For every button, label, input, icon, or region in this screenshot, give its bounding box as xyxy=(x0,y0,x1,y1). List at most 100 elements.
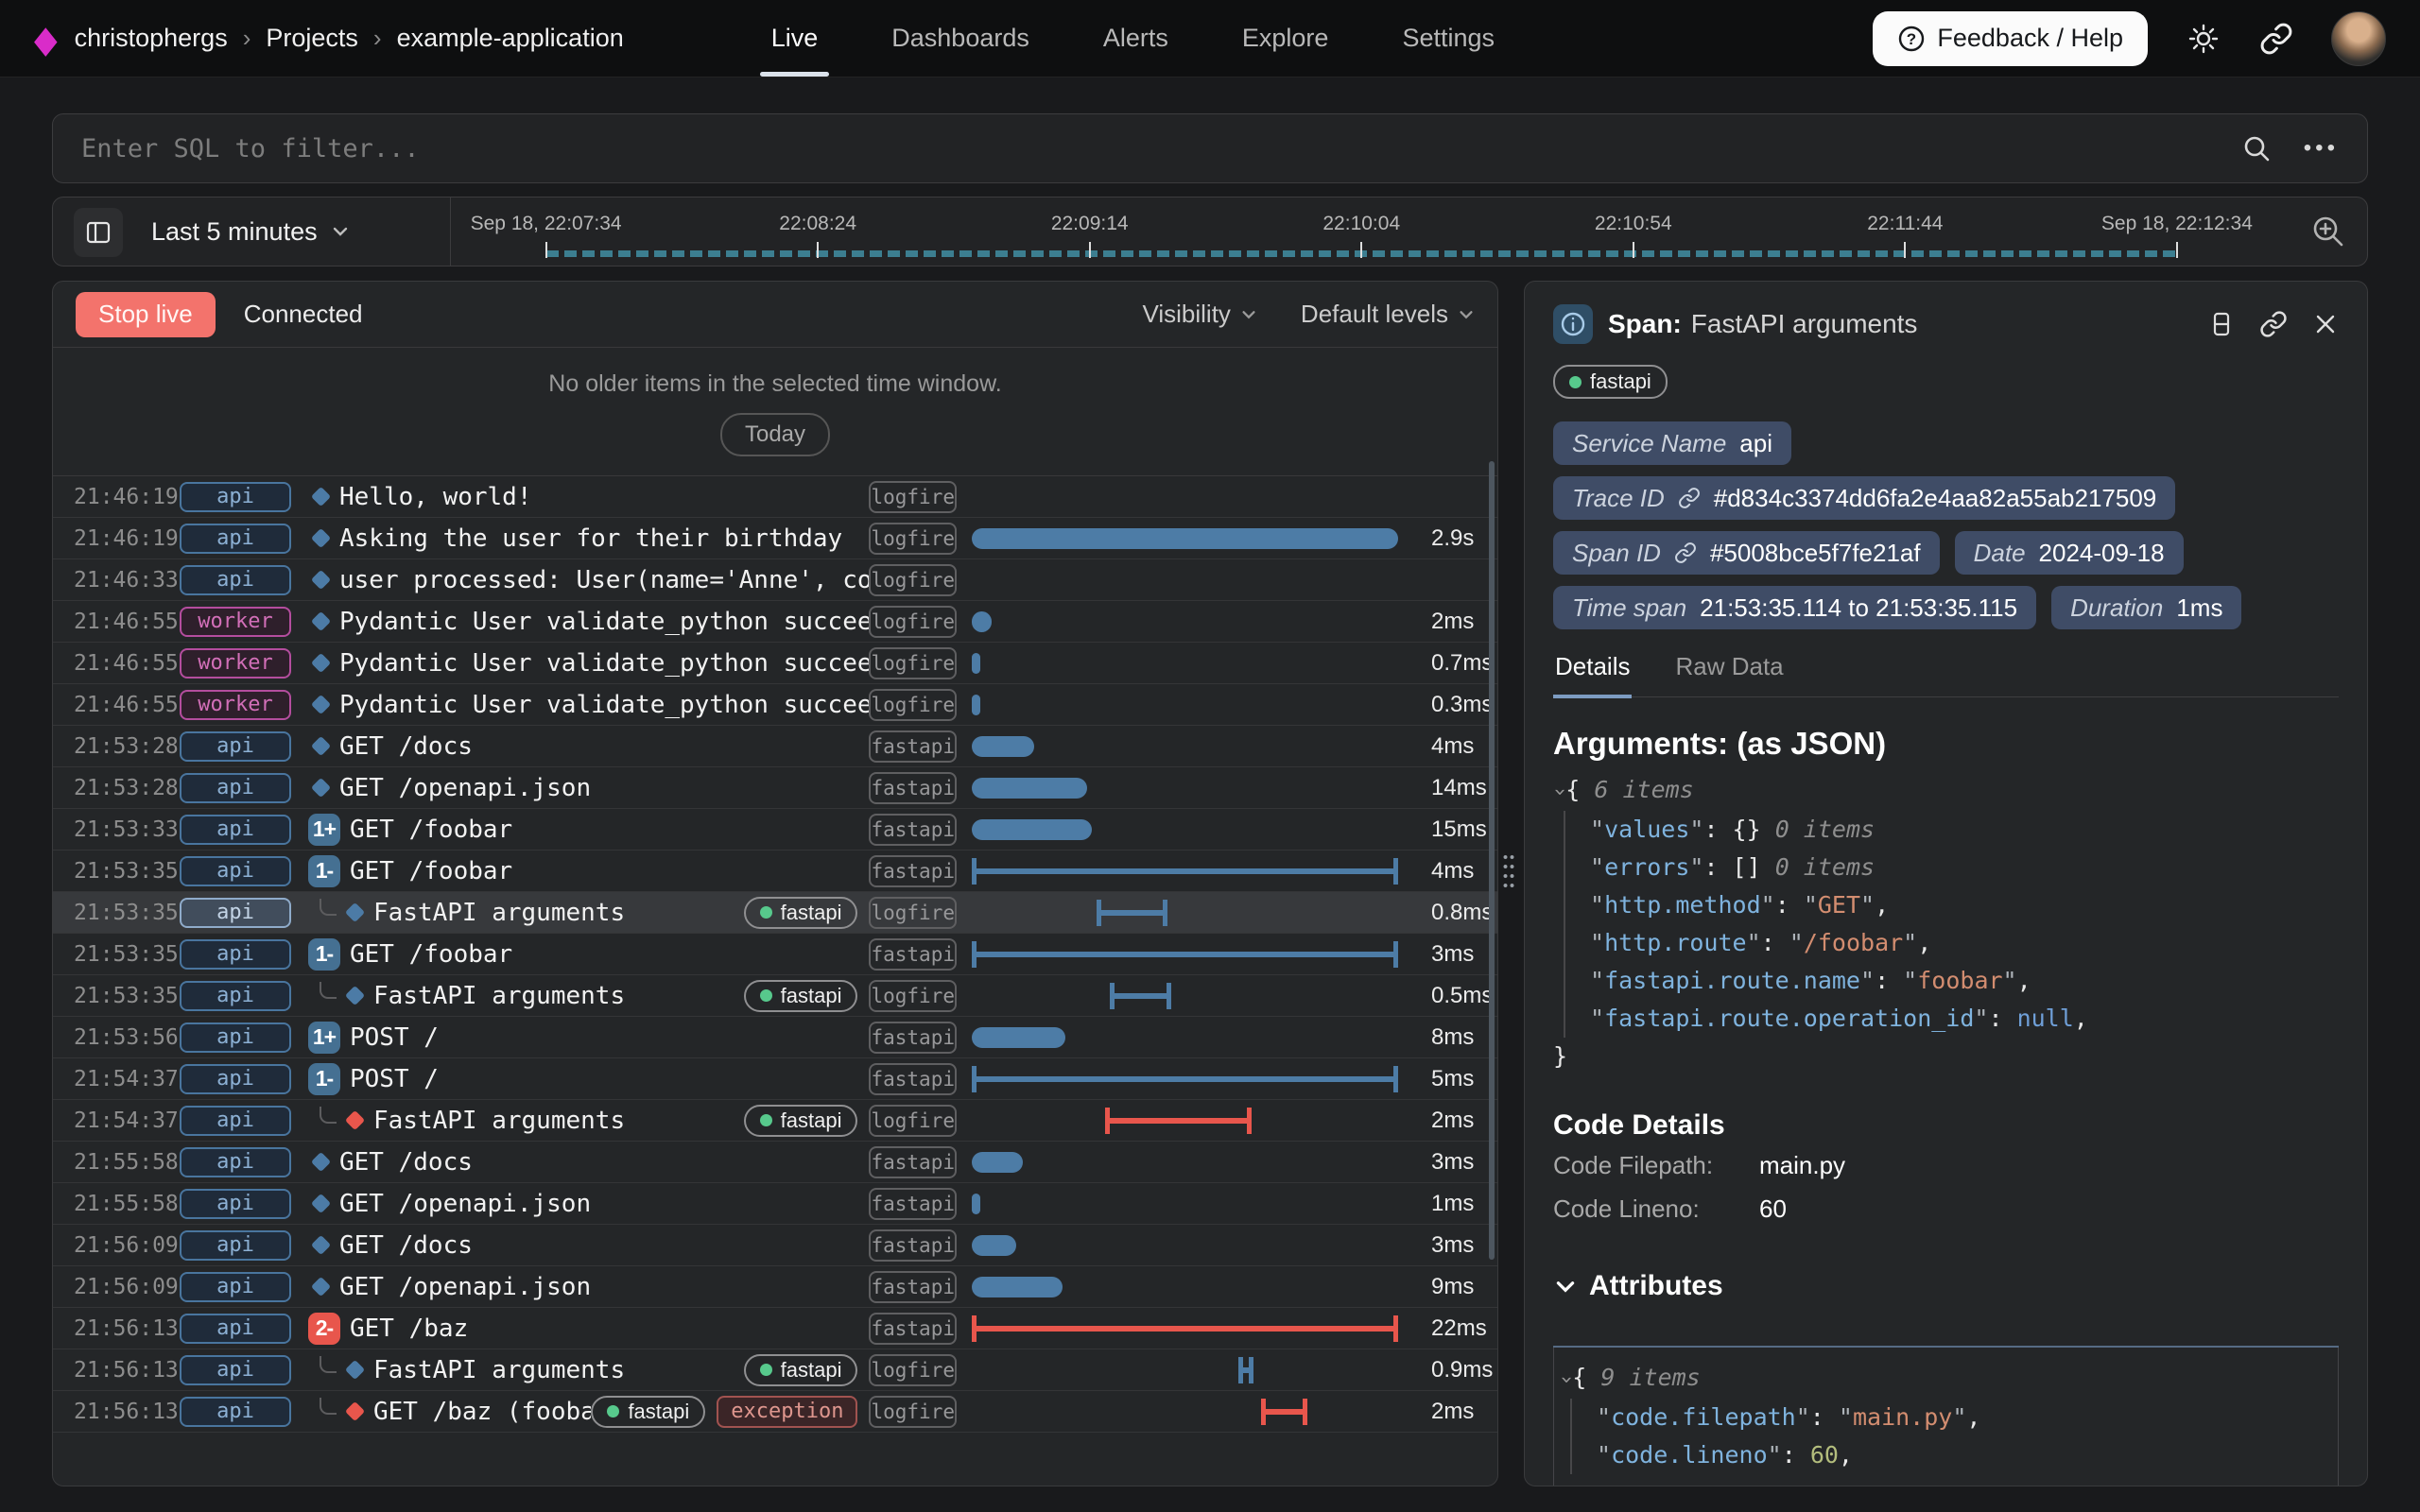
pane-resize-handle[interactable] xyxy=(1502,852,1515,890)
child-count-badge[interactable]: 2- xyxy=(308,1313,340,1345)
instrumentation-tag[interactable]: logfire xyxy=(869,523,957,555)
instrumentation-tag[interactable]: logfire xyxy=(869,1105,957,1137)
arguments-json[interactable]: ›{ 6 items"values": {} 0 items"errors": … xyxy=(1553,771,2339,1075)
instrumentation-tag[interactable]: fastapi xyxy=(869,1063,957,1095)
service-badge[interactable]: api xyxy=(180,773,291,803)
tab-raw-data[interactable]: Raw Data xyxy=(1673,652,1785,696)
copy-link-icon[interactable] xyxy=(2259,310,2288,338)
scrollbar-thumb[interactable] xyxy=(1489,461,1495,1260)
span-message[interactable]: GET /foobar xyxy=(350,816,512,844)
close-icon[interactable] xyxy=(2312,311,2339,337)
span-message[interactable]: GET /foobar xyxy=(350,857,512,885)
service-badge[interactable]: api xyxy=(180,1022,291,1053)
table-row[interactable]: 21:55:58apiGET /docsfastapi3ms xyxy=(53,1142,1497,1183)
span-message[interactable]: GET /baz xyxy=(350,1314,468,1343)
span-message[interactable]: GET /docs xyxy=(339,1148,473,1177)
sql-filter-input[interactable] xyxy=(81,134,2241,163)
service-badge[interactable]: api xyxy=(180,856,291,886)
today-button[interactable]: Today xyxy=(720,413,830,456)
tab-details[interactable]: Details xyxy=(1553,652,1632,698)
nav-tab-live[interactable]: Live xyxy=(766,0,824,77)
table-row[interactable]: 21:54:37api1-POST /fastapi5ms xyxy=(53,1058,1497,1100)
table-row[interactable]: 21:53:35api1-GET /foobarfastapi4ms xyxy=(53,850,1497,892)
instrumentation-tag[interactable]: fastapi xyxy=(869,814,957,846)
table-row[interactable]: 21:46:55workerPydantic User validate_pyt… xyxy=(53,684,1497,726)
instrumentation-tag[interactable]: fastapi xyxy=(869,772,957,804)
breadcrumb-item[interactable]: Projects xyxy=(266,24,358,53)
service-badge[interactable]: api xyxy=(180,1355,291,1385)
service-badge[interactable]: api xyxy=(180,565,291,595)
breadcrumb-item[interactable]: example-application xyxy=(397,24,624,53)
span-message[interactable]: Pydantic User validate_python succee xyxy=(339,608,869,636)
service-badge[interactable]: api xyxy=(180,482,291,512)
metadata-pill[interactable]: Time span21:53:35.114 to 21:53:35.115 xyxy=(1553,586,2036,629)
table-row[interactable]: 21:56:09apiGET /openapi.jsonfastapi9ms xyxy=(53,1266,1497,1308)
instrumentation-tag[interactable]: logfire xyxy=(869,564,957,596)
service-badge[interactable]: api xyxy=(180,1272,291,1302)
span-message[interactable]: GET /docs xyxy=(339,1231,473,1260)
instrumentation-tag[interactable]: fastapi xyxy=(869,730,957,763)
span-message[interactable]: GET /openapi.json xyxy=(339,1190,591,1218)
user-avatar[interactable] xyxy=(2331,11,2386,66)
table-row[interactable]: 21:46:55workerPydantic User validate_pyt… xyxy=(53,643,1497,684)
instrumentation-tag[interactable]: logfire xyxy=(869,481,957,513)
span-message[interactable]: GET /openapi.json xyxy=(339,1273,591,1301)
feedback-help-button[interactable]: ? Feedback / Help xyxy=(1873,11,2148,66)
table-row[interactable]: 21:56:13apiFastAPI argumentsfastapilogfi… xyxy=(53,1349,1497,1391)
span-message[interactable]: POST / xyxy=(350,1065,439,1093)
exception-tag[interactable]: exception xyxy=(717,1396,857,1428)
nav-tab-dashboards[interactable]: Dashboards xyxy=(886,0,1035,77)
service-badge[interactable]: worker xyxy=(180,690,291,720)
instrumentation-tag[interactable]: logfire xyxy=(869,980,957,1012)
timeline[interactable]: Sep 18, 22:07:3422:08:2422:09:1422:10:04… xyxy=(469,198,2263,266)
metadata-pill[interactable]: Service Nameapi xyxy=(1553,421,1791,465)
service-badge[interactable]: worker xyxy=(180,607,291,637)
service-pill[interactable]: fastapi xyxy=(744,897,858,929)
service-pill[interactable]: fastapi xyxy=(744,1354,858,1386)
service-tag-pill[interactable]: fastapi xyxy=(1553,365,1668,399)
span-message[interactable]: user processed: User(name='Anne', co xyxy=(339,566,869,594)
service-pill[interactable]: fastapi xyxy=(744,980,858,1012)
table-row[interactable]: 21:53:28apiGET /docsfastapi4ms xyxy=(53,726,1497,767)
search-icon[interactable] xyxy=(2241,133,2272,163)
service-badge[interactable]: worker xyxy=(180,648,291,679)
span-message[interactable]: Pydantic User validate_python succee xyxy=(339,691,869,719)
instrumentation-tag[interactable]: logfire xyxy=(869,647,957,679)
instrumentation-tag[interactable]: fastapi xyxy=(869,938,957,971)
span-message[interactable]: FastAPI arguments xyxy=(373,1107,625,1135)
breadcrumb-item[interactable]: christophergs xyxy=(75,24,228,53)
service-badge[interactable]: api xyxy=(180,1106,291,1136)
child-count-badge[interactable]: 1- xyxy=(308,855,340,887)
default-levels-dropdown[interactable]: Default levels xyxy=(1301,300,1475,329)
service-badge[interactable]: api xyxy=(180,981,291,1011)
span-message[interactable]: GET /baz (foobar) xyxy=(373,1398,591,1426)
service-badge[interactable]: api xyxy=(180,1314,291,1344)
table-row[interactable]: 21:56:09apiGET /docsfastapi3ms xyxy=(53,1225,1497,1266)
span-message[interactable]: Pydantic User validate_python succee xyxy=(339,649,869,678)
span-message[interactable]: FastAPI arguments xyxy=(373,982,625,1010)
instrumentation-tag[interactable]: logfire xyxy=(869,1354,957,1386)
instrumentation-tag[interactable]: logfire xyxy=(869,606,957,638)
table-row[interactable]: 21:53:33api1+GET /foobarfastapi15ms xyxy=(53,809,1497,850)
time-range-dropdown[interactable]: Last 5 minutes xyxy=(151,198,350,266)
span-message[interactable]: FastAPI arguments xyxy=(373,899,625,927)
service-badge[interactable]: api xyxy=(180,815,291,845)
service-badge[interactable]: api xyxy=(180,1230,291,1261)
instrumentation-tag[interactable]: fastapi xyxy=(869,1146,957,1178)
stop-live-button[interactable]: Stop live xyxy=(76,292,216,337)
span-message[interactable]: POST / xyxy=(350,1023,439,1052)
instrumentation-tag[interactable]: fastapi xyxy=(869,1271,957,1303)
service-badge[interactable]: api xyxy=(180,939,291,970)
theme-toggle-icon[interactable] xyxy=(2186,21,2221,57)
table-row[interactable]: 21:46:19apiAsking the user for their bir… xyxy=(53,518,1497,559)
instrumentation-tag[interactable]: fastapi xyxy=(869,1188,957,1220)
service-badge[interactable]: api xyxy=(180,1147,291,1177)
service-pill[interactable]: fastapi xyxy=(591,1396,705,1428)
service-badge[interactable]: api xyxy=(180,898,291,928)
metadata-pill[interactable]: Trace ID#d834c3374dd6fa2e4aa82a55ab21750… xyxy=(1553,476,2175,520)
instrumentation-tag[interactable]: fastapi xyxy=(869,855,957,887)
table-row[interactable]: 21:54:37apiFastAPI argumentsfastapilogfi… xyxy=(53,1100,1497,1142)
table-row[interactable]: 21:53:35apiFastAPI argumentsfastapilogfi… xyxy=(53,975,1497,1017)
table-row[interactable]: 21:56:13api2-GET /bazfastapi22ms xyxy=(53,1308,1497,1349)
table-row[interactable]: 21:46:33apiuser processed: User(name='An… xyxy=(53,559,1497,601)
